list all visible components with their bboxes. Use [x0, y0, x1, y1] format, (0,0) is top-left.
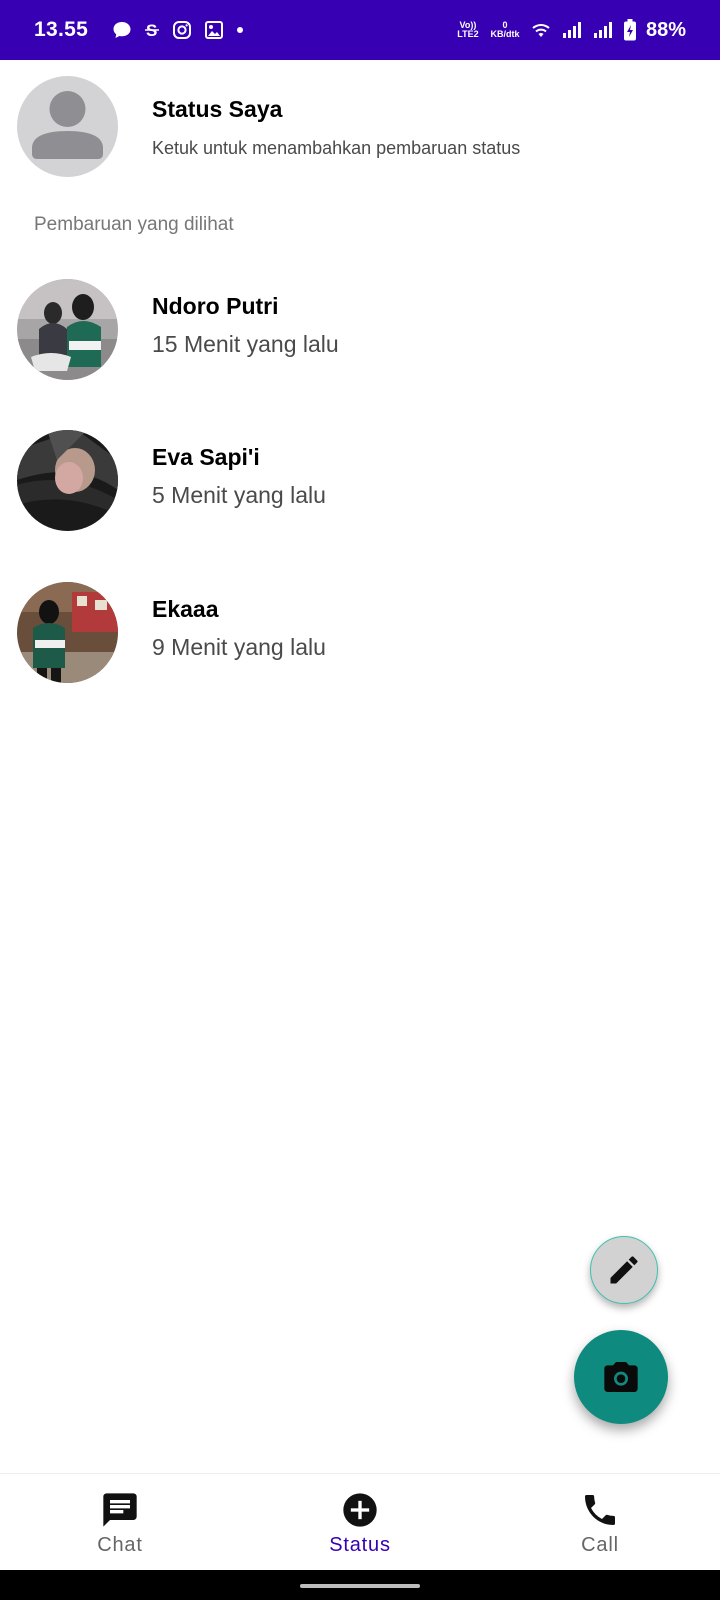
- volte-indicator: Vo)) LTE2: [457, 20, 479, 39]
- instagram-icon: [173, 21, 192, 39]
- status-time: 9 Menit yang lalu: [152, 634, 326, 660]
- network-speed: 0 KB/dtk: [489, 21, 521, 39]
- status-item[interactable]: Ndoro Putri 15 Menit yang lalu: [0, 279, 720, 399]
- add-circle-icon: [343, 1493, 377, 1527]
- status-time: 5 Menit yang lalu: [152, 482, 326, 508]
- nav-call[interactable]: Call: [480, 1474, 720, 1570]
- contact-avatar: [17, 582, 118, 683]
- more-notifications-dot-icon: [237, 27, 244, 33]
- home-gesture-handle[interactable]: [300, 1584, 420, 1588]
- my-status-subtitle: Ketuk untuk menambahkan pembaruan status: [152, 138, 521, 158]
- status-item[interactable]: Eva Sapi'i 5 Menit yang lalu: [0, 430, 720, 550]
- status-bar: 13.55 S Vo)) LTE2 0 KB/dtk 88%: [0, 0, 720, 60]
- status-time: 15 Menit yang lalu: [152, 331, 339, 357]
- avatar-photo: [17, 582, 118, 683]
- system-navigation-bar: [0, 1570, 720, 1600]
- nav-status-label: Status: [329, 1534, 391, 1556]
- contact-name: Eva Sapi'i: [152, 444, 260, 470]
- nav-chat-label: Chat: [97, 1534, 143, 1556]
- default-person-icon: [32, 91, 103, 159]
- avatar-photo: [17, 279, 118, 380]
- bottom-navigation: Chat Status Call: [0, 1473, 720, 1570]
- my-status-title: Status Saya: [152, 96, 283, 122]
- notification-icons: S: [112, 20, 244, 40]
- my-status-row[interactable]: Status Saya Ketuk untuk menambahkan pemb…: [0, 60, 720, 195]
- battery-charging-icon: [623, 19, 636, 41]
- signal-sim1-icon: [562, 22, 581, 38]
- contact-name: Ndoro Putri: [152, 293, 279, 319]
- contact-avatar: [17, 430, 118, 531]
- nav-call-label: Call: [581, 1534, 619, 1556]
- contact-avatar: [17, 279, 118, 380]
- avatar-photo: [17, 430, 118, 531]
- nav-chat[interactable]: Chat: [0, 1474, 240, 1570]
- text-status-button[interactable]: [590, 1236, 658, 1304]
- message-notification-icon: [113, 22, 131, 38]
- my-avatar: [17, 76, 118, 177]
- signal-sim2-icon: [593, 22, 612, 38]
- status-item[interactable]: Ekaaa 9 Menit yang lalu: [0, 582, 720, 702]
- clock: 13.55: [34, 18, 89, 41]
- phone-icon: [585, 1495, 615, 1525]
- camera-status-button[interactable]: [574, 1330, 668, 1424]
- pencil-icon: [610, 1256, 638, 1284]
- battery-percentage: 88%: [645, 18, 686, 41]
- chat-icon: [103, 1493, 137, 1527]
- section-header-viewed-updates: Pembaruan yang dilihat: [34, 214, 234, 235]
- gallery-notification-icon: [205, 21, 224, 39]
- system-indicators: Vo)) LTE2 0 KB/dtk 88%: [456, 19, 686, 42]
- nav-status[interactable]: Status: [240, 1474, 480, 1570]
- wifi-icon: [532, 24, 550, 37]
- contact-name: Ekaaa: [152, 596, 219, 622]
- network-speed-unit: KB/dtk: [490, 29, 520, 39]
- app-s-notification-icon: S: [145, 21, 160, 40]
- camera-icon: [604, 1362, 638, 1392]
